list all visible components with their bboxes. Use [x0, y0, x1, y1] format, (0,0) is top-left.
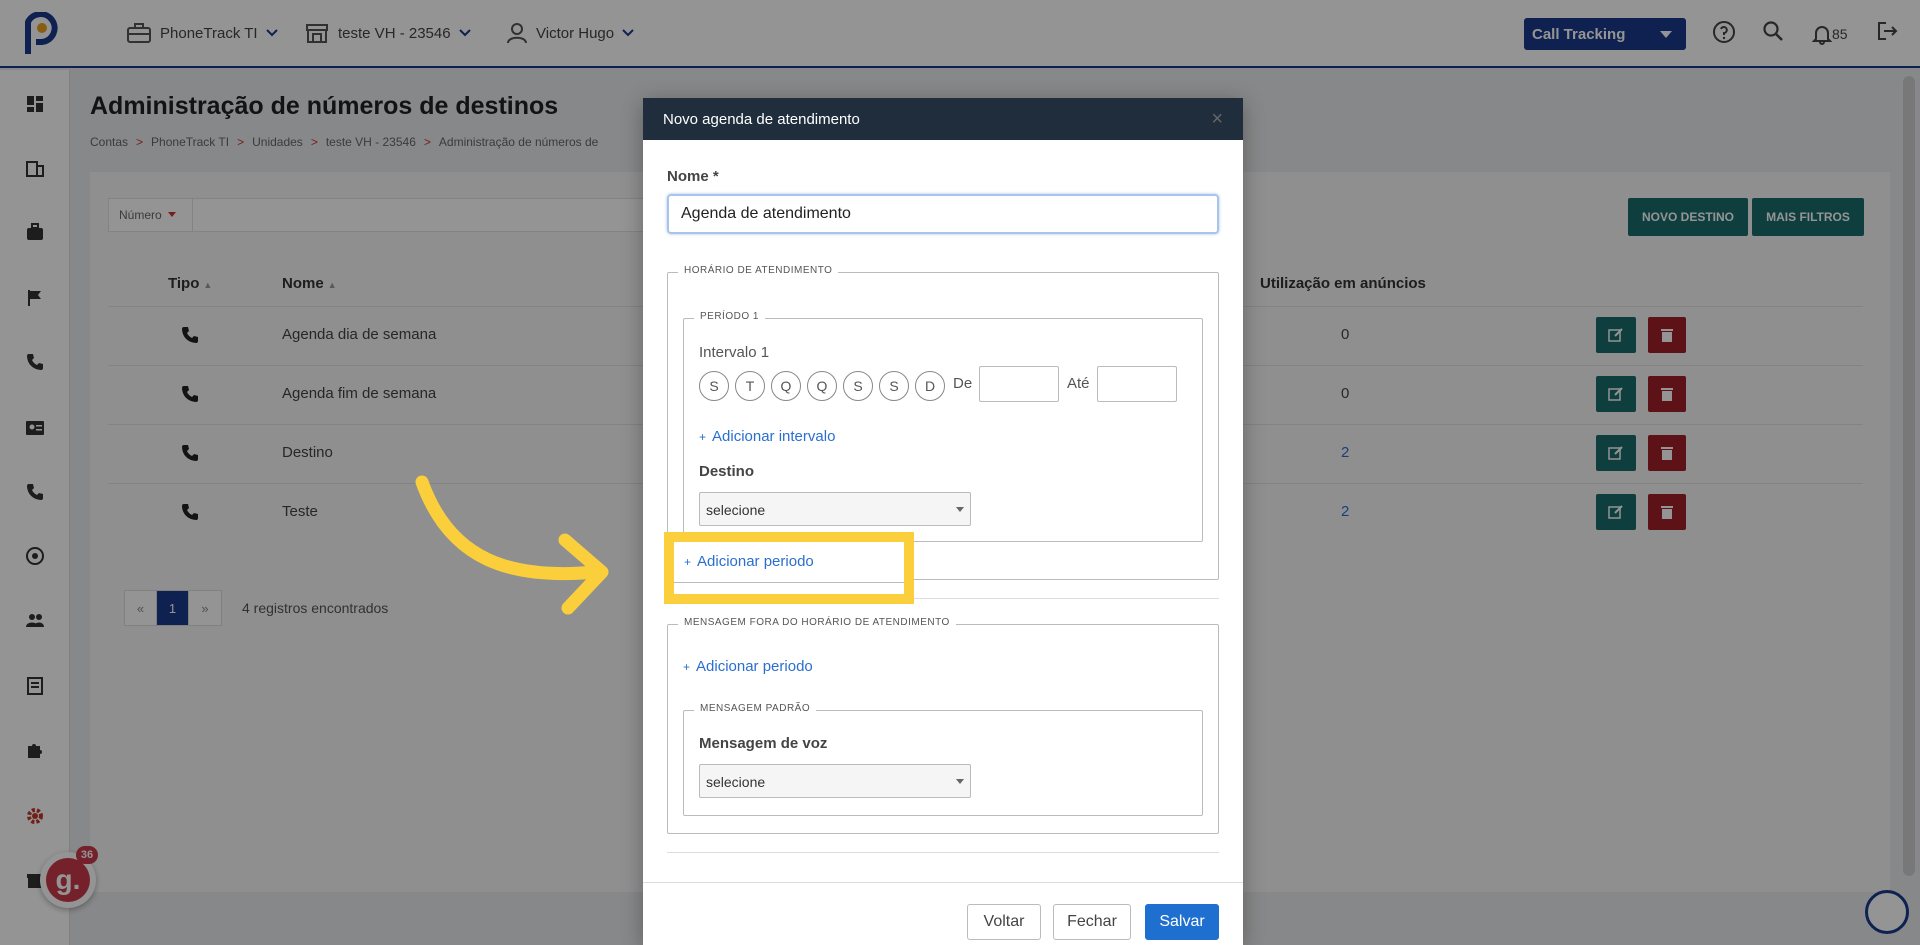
divider: [667, 852, 1219, 853]
day-toggle[interactable]: Q: [807, 371, 837, 401]
back-button[interactable]: Voltar: [967, 904, 1041, 940]
plus-icon: +: [699, 430, 707, 444]
to-label: Até: [1067, 375, 1090, 392]
new-schedule-modal: Novo agenda de atendimento × Nome * Agen…: [643, 98, 1243, 945]
from-time-input[interactable]: [979, 366, 1059, 402]
modal-title: Novo agenda de atendimento: [663, 111, 860, 128]
from-label: De: [953, 375, 973, 392]
schedule-legend: HORÁRIO DE ATENDIMENTO: [678, 265, 839, 276]
default-message-fieldset: MENSAGEM PADRÃO: [683, 703, 1203, 816]
plus-icon: +: [683, 660, 691, 674]
add-period-off-hours-label: Adicionar periodo: [696, 658, 813, 675]
add-interval-label: Adicionar intervalo: [712, 428, 836, 445]
caret-down-icon: [956, 507, 964, 512]
day-toggle[interactable]: T: [735, 371, 765, 401]
to-time-input[interactable]: [1097, 366, 1177, 402]
tutorial-arrow-icon: [415, 475, 609, 615]
day-toggle[interactable]: D: [915, 371, 945, 401]
destination-select-value: selecione: [706, 502, 766, 518]
destination-label: Destino: [699, 463, 755, 480]
day-toggle[interactable]: S: [843, 371, 873, 401]
modal-header: Novo agenda de atendimento ×: [643, 98, 1243, 140]
add-interval-link[interactable]: + Adicionar intervalo: [699, 428, 835, 445]
modal-footer-divider: [643, 882, 1243, 883]
day-toggle[interactable]: S: [699, 371, 729, 401]
voice-message-select-value: selecione: [706, 774, 766, 790]
voice-message-label: Mensagem de voz: [699, 735, 828, 752]
period-legend: PERÍODO 1: [694, 311, 765, 322]
tutorial-highlight-box: [664, 532, 914, 604]
destination-select[interactable]: selecione: [699, 492, 971, 526]
save-button[interactable]: Salvar: [1145, 904, 1219, 940]
close-button[interactable]: Fechar: [1053, 904, 1131, 940]
off-hours-legend: MENSAGEM FORA DO HORÁRIO DE ATENDIMENTO: [678, 617, 956, 628]
name-label: Nome *: [667, 168, 719, 185]
close-icon[interactable]: ×: [1211, 108, 1223, 131]
interval-label: Intervalo 1: [699, 344, 770, 361]
name-input[interactable]: Agenda de atendimento: [667, 194, 1219, 234]
day-toggle[interactable]: Q: [771, 371, 801, 401]
default-message-legend: MENSAGEM PADRÃO: [694, 703, 817, 714]
voice-message-select[interactable]: selecione: [699, 764, 971, 798]
day-toggle[interactable]: S: [879, 371, 909, 401]
add-period-off-hours-link[interactable]: + Adicionar periodo: [683, 658, 813, 675]
caret-down-icon: [956, 779, 964, 784]
